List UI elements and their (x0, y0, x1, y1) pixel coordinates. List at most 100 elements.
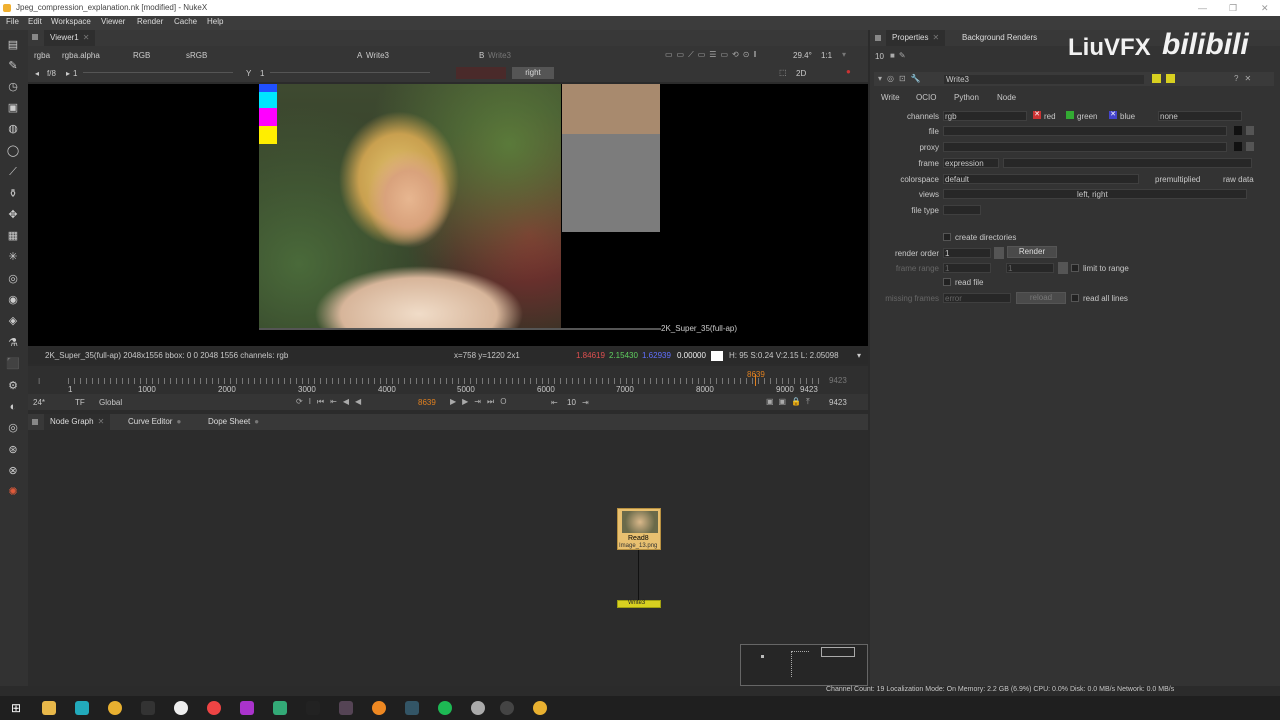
left-view-button[interactable] (456, 67, 506, 79)
deep-tools-icon[interactable]: ◎ (6, 272, 20, 286)
pause-render-icon[interactable]: ● (846, 67, 851, 76)
panel-tool-icons[interactable]: ■✎ (890, 51, 910, 60)
info-menu-icon[interactable]: ▾ (857, 348, 861, 364)
subtab-write[interactable]: Write (881, 93, 900, 102)
gain-value[interactable]: 1 (73, 69, 77, 78)
step-forward-icon[interactable]: ⇥ (582, 398, 589, 407)
read-all-lines-checkbox[interactable] (1071, 294, 1079, 302)
frame-range-slider[interactable] (1058, 262, 1068, 274)
transport-back-icons[interactable]: ⟳I⏮⇤◀◀ (296, 397, 367, 407)
blender-icon[interactable] (372, 701, 386, 715)
app-icon-11[interactable] (339, 701, 353, 715)
node-name-field[interactable] (944, 75, 1144, 84)
keyer-tools-icon[interactable]: ⟋ (6, 165, 20, 179)
timecode-dropdown[interactable]: TF (75, 398, 85, 407)
max-panels-field[interactable]: 10 (875, 52, 884, 61)
node-header-icons[interactable]: ▾◎⊡🔧 (878, 74, 926, 83)
views-tools-icon[interactable]: ◉ (6, 293, 20, 307)
app-icon-6[interactable] (174, 701, 188, 715)
nuke-taskbar-icon[interactable] (108, 701, 122, 715)
red-check-icon[interactable]: ✕ (1033, 111, 1041, 119)
file-view-icon[interactable] (1246, 126, 1254, 135)
viewer-tool-icons[interactable]: ▭▭⟋▭☰▭⟲⊙ǁ (665, 50, 761, 60)
write-node[interactable]: Write3 (617, 600, 661, 608)
image-tools-icon[interactable]: ▤ (6, 38, 20, 52)
particles-tools-icon[interactable]: ✳ (6, 250, 20, 264)
channels-dropdown[interactable]: rgba (34, 51, 50, 60)
draw-tools-icon[interactable]: ✎ (6, 59, 20, 73)
obs-icon[interactable] (500, 701, 514, 715)
ratio-readout[interactable]: 1:1 (821, 51, 832, 60)
node-graph-minimap[interactable] (740, 644, 868, 686)
app-icon-9[interactable] (273, 701, 287, 715)
frame-range-end[interactable] (1006, 263, 1054, 273)
gamma-value[interactable]: 1 (260, 69, 264, 78)
file-type-select[interactable] (943, 205, 981, 215)
node-color-icon-2[interactable] (1166, 74, 1175, 83)
app-icon-5[interactable] (141, 701, 155, 715)
render-order-slider[interactable] (994, 247, 1004, 259)
proxy-view-icon[interactable] (1246, 142, 1254, 151)
tab-background-renders[interactable]: Background Renders (956, 30, 1043, 46)
fps-dropdown[interactable]: 24* (33, 398, 45, 407)
plugin-tools-icon[interactable]: ⊛ (6, 443, 20, 457)
app-m-icon[interactable] (75, 701, 89, 715)
pane-menu-icon-2[interactable] (32, 419, 38, 425)
alpha-dropdown[interactable]: rgba.alpha (62, 51, 100, 60)
menu-render[interactable]: Render (137, 17, 163, 26)
app-icon-10[interactable] (306, 701, 320, 715)
roi-icon[interactable]: ⬚ (779, 68, 787, 77)
viewer-viewport[interactable]: 2K_Super_35(full-ap) (28, 84, 868, 346)
spotify-icon[interactable] (438, 701, 452, 715)
subtab-python[interactable]: Python (954, 93, 979, 102)
tab-node-graph[interactable]: Node Graph ✕ (44, 414, 111, 430)
gain-up-icon[interactable]: ▸ (66, 69, 70, 78)
limit-to-range-checkbox[interactable] (1071, 264, 1079, 272)
pane-menu-icon-3[interactable] (875, 35, 881, 41)
input-b-dropdown[interactable]: Write3 (488, 51, 511, 60)
proxy-input[interactable] (943, 142, 1227, 152)
close-tab-icon[interactable]: ● (254, 417, 259, 426)
nuke-logo-icon[interactable]: ✺ (6, 485, 20, 499)
subtab-node[interactable]: Node (997, 93, 1016, 102)
subtab-ocio[interactable]: OCIO (916, 93, 936, 102)
node-graph[interactable]: Read8 Image_13.png Write3 (28, 430, 868, 686)
create-directories-checkbox[interactable] (943, 233, 951, 241)
file-input[interactable] (943, 126, 1227, 136)
lut-dropdown[interactable]: sRGB (186, 51, 207, 60)
menu-cache[interactable]: Cache (174, 17, 197, 26)
windows-start-icon[interactable]: ⊞ (9, 701, 23, 715)
flipbook-icons[interactable]: ▣▣🔒⤒ (766, 397, 815, 407)
header-action-icons[interactable]: ?✕ (1234, 74, 1257, 83)
menu-file[interactable]: File (6, 17, 19, 26)
gamma-slider[interactable] (270, 72, 430, 73)
maximize-icon[interactable]: ❐ (1229, 0, 1237, 16)
ocula-tools-icon[interactable]: ◐ (6, 400, 20, 414)
reload-button[interactable]: reload (1016, 292, 1066, 304)
time-tools-icon[interactable]: ◷ (6, 80, 20, 94)
nuke-taskbar-icon-2[interactable] (533, 701, 547, 715)
range-dropdown[interactable]: Global (99, 398, 122, 407)
chrome-icon[interactable] (207, 701, 221, 715)
tab-viewer1[interactable]: Viewer1 ✕ (44, 30, 96, 46)
proxy-browse-icon[interactable] (1234, 142, 1242, 151)
viewer-menu-icon[interactable]: ▾ (842, 50, 846, 59)
filter-tools-icon[interactable]: ◯ (6, 144, 20, 158)
steam-icon[interactable] (405, 701, 419, 715)
timeline[interactable]: I 1 1000 2000 3000 4000 5000 6000 7000 8… (28, 366, 868, 396)
furnace-tools-icon[interactable]: ⚙ (6, 379, 20, 393)
3d-tools-icon[interactable]: ▦ (6, 229, 20, 243)
other-tools-icon[interactable]: ⬛ (6, 357, 20, 371)
viewer-mode-dropdown[interactable]: 2D (796, 69, 806, 78)
close-tab-icon[interactable]: ✕ (98, 417, 105, 426)
read-file-checkbox[interactable] (943, 278, 951, 286)
channel-tools-icon[interactable]: ▣ (6, 101, 20, 115)
toolsets-icon[interactable]: ⚗ (6, 336, 20, 350)
app-icon-8[interactable] (240, 701, 254, 715)
color-mode-dropdown[interactable]: RGB (133, 51, 150, 60)
green-check-icon[interactable] (1066, 111, 1074, 119)
close-tab-icon[interactable]: ✕ (83, 33, 90, 42)
gizmo-tools-icon[interactable]: ◎ (6, 421, 20, 435)
minimize-icon[interactable]: — (1198, 0, 1207, 16)
pane-menu-icon[interactable] (32, 34, 38, 40)
